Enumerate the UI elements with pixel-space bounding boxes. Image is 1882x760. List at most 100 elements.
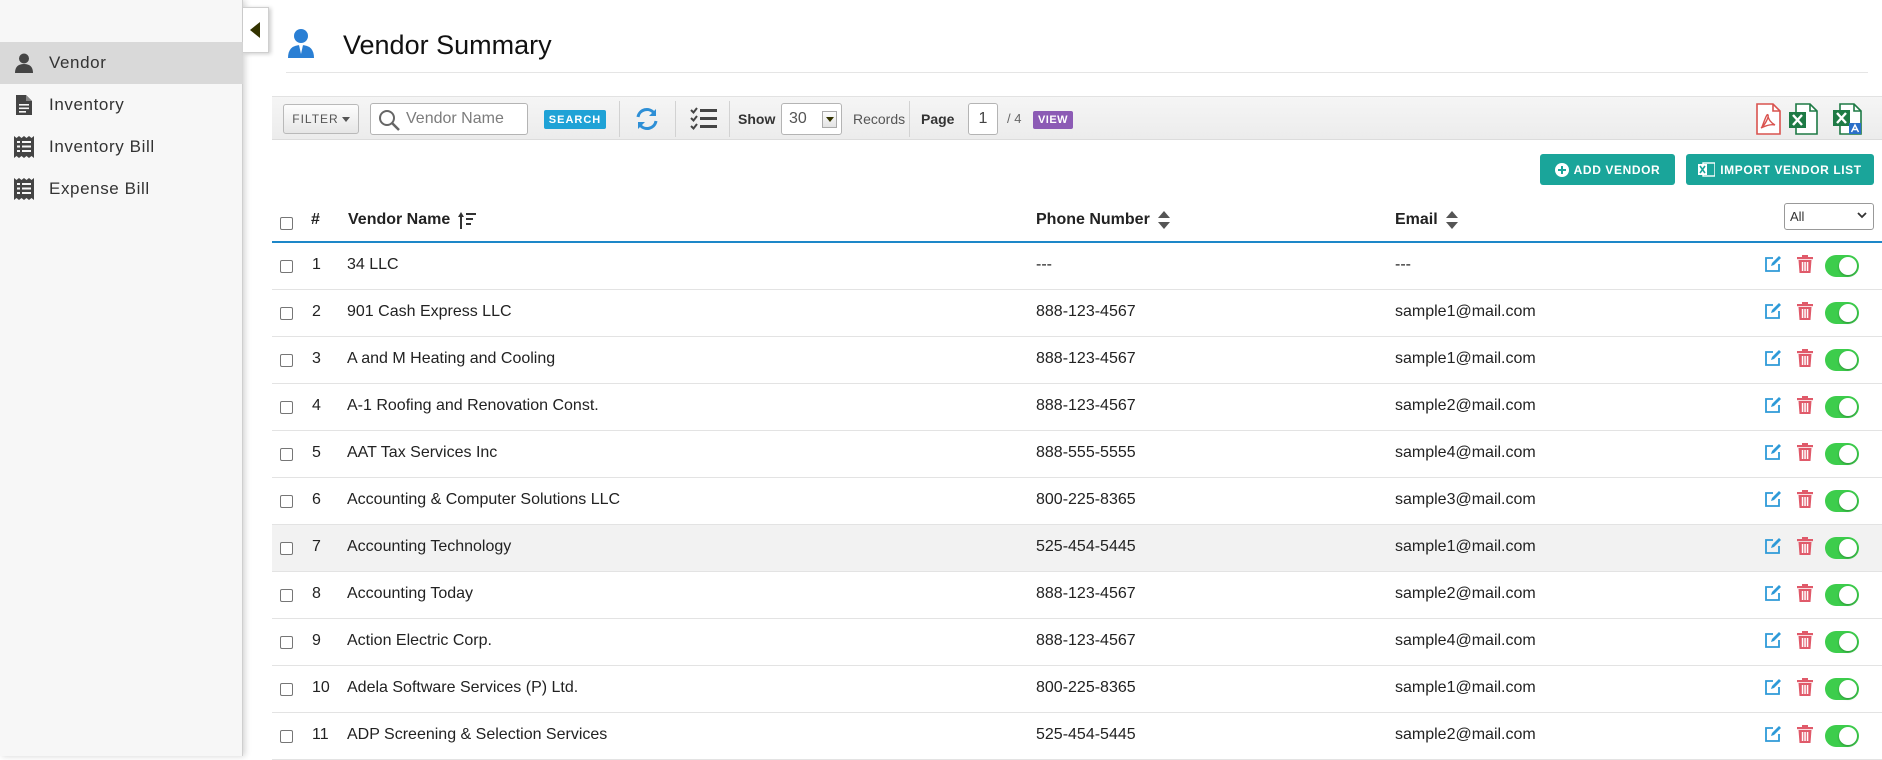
status-toggle[interactable] xyxy=(1825,631,1859,653)
email-cell: sample2@mail.com xyxy=(1395,726,1536,743)
status-filter-select[interactable]: All xyxy=(1784,203,1874,230)
trash-icon[interactable] xyxy=(1797,678,1813,701)
column-header-phone-number[interactable]: Phone Number xyxy=(1036,211,1170,229)
table-row[interactable]: 8 Accounting Today 888-123-4567 sample2@mai… xyxy=(272,572,1882,619)
row-checkbox[interactable] xyxy=(280,260,293,273)
status-toggle[interactable] xyxy=(1825,490,1859,512)
row-checkbox[interactable] xyxy=(280,683,293,696)
table-row[interactable]: 1 34 LLC --- --- xyxy=(272,243,1882,290)
edit-icon[interactable] xyxy=(1764,255,1782,278)
edit-icon[interactable] xyxy=(1764,725,1782,748)
table-row[interactable]: 2 901 Cash Express LLC 888-123-4567 sample1… xyxy=(272,290,1882,337)
edit-icon[interactable] xyxy=(1764,631,1782,654)
edit-icon[interactable] xyxy=(1764,678,1782,701)
toggle-knob xyxy=(1839,727,1857,745)
sidebar-collapse-button[interactable] xyxy=(243,7,269,53)
phone-number-cell: 800-225-8365 xyxy=(1036,679,1136,696)
column-list-icon[interactable] xyxy=(690,106,718,135)
vendor-name-cell: Accounting & Computer Solutions LLC xyxy=(347,491,621,508)
search-button[interactable]: SEARCH xyxy=(544,110,606,129)
edit-icon[interactable] xyxy=(1764,396,1782,419)
status-toggle[interactable] xyxy=(1825,302,1859,324)
trash-icon[interactable] xyxy=(1797,490,1813,513)
excel-export-icon[interactable] xyxy=(1788,103,1818,135)
sidebar-item-vendor[interactable]: Vendor xyxy=(0,42,243,84)
phone-number-cell: 888-123-4567 xyxy=(1036,303,1136,320)
row-checkbox[interactable] xyxy=(280,448,293,461)
sidebar-item-expense-bill[interactable]: Expense Bill xyxy=(0,168,243,210)
toggle-knob xyxy=(1839,304,1857,322)
trash-icon[interactable] xyxy=(1797,443,1813,466)
edit-icon[interactable] xyxy=(1764,302,1782,325)
status-toggle[interactable] xyxy=(1825,443,1859,465)
view-button[interactable]: VIEW xyxy=(1033,111,1073,129)
sidebar: Vendor Inventory Inventory Bill Expense … xyxy=(0,0,243,756)
vendor-name-cell: Accounting Today xyxy=(347,585,474,602)
toggle-knob xyxy=(1839,680,1857,698)
excel-template-icon[interactable] xyxy=(1832,103,1862,135)
sidebar-item-inventory-bill[interactable]: Inventory Bill xyxy=(0,126,243,168)
column-header-vendor-name[interactable]: Vendor Name xyxy=(348,211,477,229)
row-checkbox[interactable] xyxy=(280,307,293,320)
row-checkbox[interactable] xyxy=(280,354,293,367)
row-checkbox[interactable] xyxy=(280,730,293,743)
status-toggle[interactable] xyxy=(1825,725,1859,747)
table-row[interactable]: 11 ADP Screening & Selection Services 525-… xyxy=(272,713,1882,760)
edit-icon[interactable] xyxy=(1764,490,1782,513)
row-checkbox[interactable] xyxy=(280,542,293,555)
edit-icon[interactable] xyxy=(1764,584,1782,607)
page-number-input[interactable]: 1 xyxy=(968,103,998,135)
row-checkbox[interactable] xyxy=(280,636,293,649)
sort-icon xyxy=(1157,211,1170,229)
edit-icon[interactable] xyxy=(1764,349,1782,372)
edit-icon[interactable] xyxy=(1764,537,1782,560)
phone-number-cell: --- xyxy=(1036,256,1052,273)
status-toggle[interactable] xyxy=(1825,584,1859,606)
page-total: / 4 xyxy=(1007,111,1022,126)
status-toggle[interactable] xyxy=(1825,396,1859,418)
table-row[interactable]: 5 AAT Tax Services Inc 888-555-5555 sample4… xyxy=(272,431,1882,478)
table-row[interactable]: 7 Accounting Technology 525-454-5445 sample… xyxy=(272,525,1882,572)
trash-icon[interactable] xyxy=(1797,255,1813,278)
trash-icon[interactable] xyxy=(1797,302,1813,325)
edit-icon[interactable] xyxy=(1764,443,1782,466)
table-row[interactable]: 9 Action Electric Corp. 888-123-4567 sample… xyxy=(272,619,1882,666)
table-row[interactable]: 10 Adela Software Services (P) Ltd. 800-22… xyxy=(272,666,1882,713)
table-row[interactable]: 3 A and M Heating and Cooling 888-123-4567… xyxy=(272,337,1882,384)
records-label: Records xyxy=(853,111,906,127)
vendor-user-icon xyxy=(288,28,314,63)
refresh-icon[interactable] xyxy=(634,106,660,137)
row-checkbox[interactable] xyxy=(280,495,293,508)
trash-icon[interactable] xyxy=(1797,396,1813,419)
status-toggle[interactable] xyxy=(1825,349,1859,371)
trash-icon[interactable] xyxy=(1797,349,1813,372)
status-toggle[interactable] xyxy=(1825,537,1859,559)
vendor-search-input[interactable] xyxy=(406,110,526,128)
toggle-knob xyxy=(1839,351,1857,369)
import-vendor-list-button[interactable]: IMPORT VENDOR LIST xyxy=(1686,154,1874,185)
table-row[interactable]: 4 A-1 Roofing and Renovation Const. 888-12… xyxy=(272,384,1882,431)
caret-down-icon xyxy=(822,111,837,128)
row-number: 9 xyxy=(312,632,321,649)
status-toggle[interactable] xyxy=(1825,678,1859,700)
records-per-page-select[interactable]: 30 xyxy=(781,103,842,135)
pdf-export-icon[interactable] xyxy=(1753,103,1783,135)
status-toggle[interactable] xyxy=(1825,255,1859,277)
phone-number-cell: 888-123-4567 xyxy=(1036,397,1136,414)
vendor-name-cell: ADP Screening & Selection Services xyxy=(347,726,608,743)
table-row[interactable]: 6 Accounting & Computer Solutions LLC 800-… xyxy=(272,478,1882,525)
trash-icon[interactable] xyxy=(1797,537,1813,560)
column-header-email[interactable]: Email xyxy=(1395,211,1458,229)
search-box xyxy=(370,103,528,135)
row-checkbox[interactable] xyxy=(280,401,293,414)
trash-icon[interactable] xyxy=(1797,725,1813,748)
row-checkbox[interactable] xyxy=(280,589,293,602)
trash-icon[interactable] xyxy=(1797,631,1813,654)
add-vendor-button[interactable]: ADD VENDOR xyxy=(1540,154,1675,185)
filter-button[interactable]: FILTER xyxy=(283,104,359,134)
trash-icon[interactable] xyxy=(1797,584,1813,607)
select-all-checkbox[interactable] xyxy=(280,217,293,230)
receipt-icon xyxy=(14,178,34,200)
row-number: 11 xyxy=(312,726,329,743)
sidebar-item-inventory[interactable]: Inventory xyxy=(0,84,243,126)
